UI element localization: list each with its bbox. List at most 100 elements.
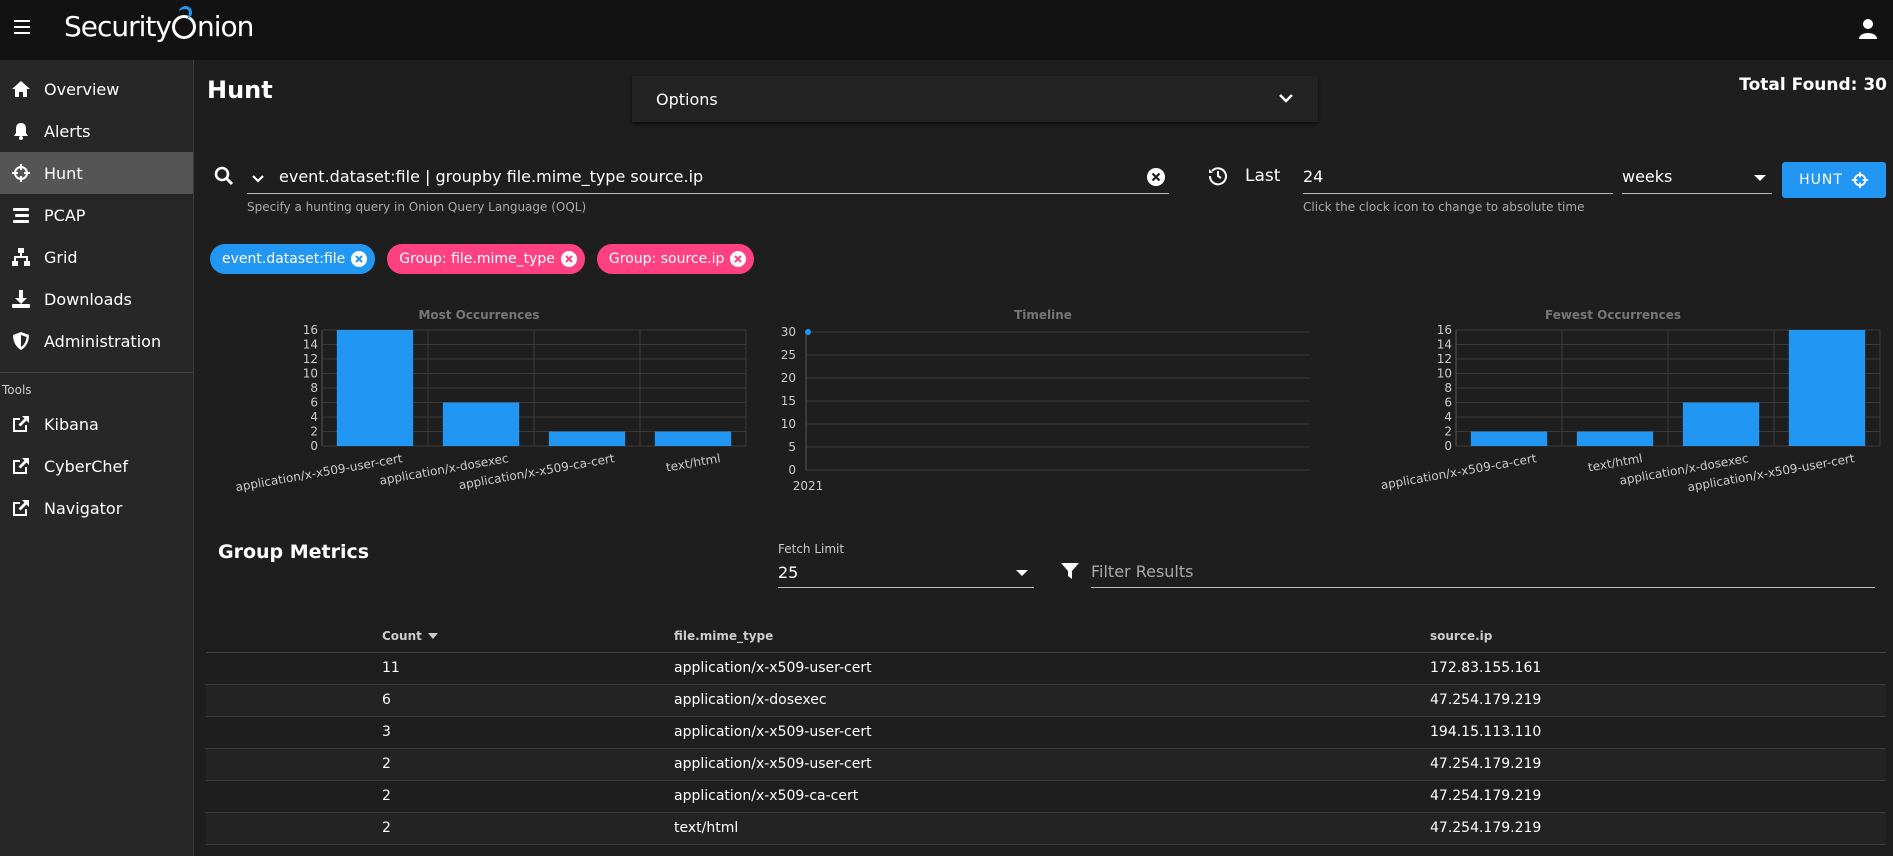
sidebar-item-administration[interactable]: Administration [0, 320, 193, 362]
chip-group-source-ip[interactable]: Group: source.ip [596, 244, 755, 274]
sidebar-item-cyberchef[interactable]: CyberChef [0, 445, 193, 487]
chart-title: Fewest Occurrences [1544, 308, 1681, 322]
external-link-icon [10, 497, 32, 519]
sidebar-item-grid[interactable]: Grid [0, 236, 193, 278]
sidebar-item-kibana[interactable]: Kibana [0, 403, 193, 445]
sidebar-item-overview[interactable]: Overview [0, 68, 193, 110]
y-tick-label: 25 [781, 348, 796, 362]
chevron-down-icon [1279, 94, 1293, 103]
bar [336, 330, 414, 446]
y-tick-label: 5 [788, 440, 796, 454]
most-occurrences-chart: Most Occurrences 0 2 4 6 8 10 12 14 16 applicatio… [206, 308, 752, 508]
column-header-source-ip[interactable]: source.ip [1430, 620, 1886, 653]
y-tick-label: 20 [781, 371, 796, 385]
time-unit-value: weeks [1622, 167, 1673, 186]
chevron-down-icon[interactable] [250, 170, 266, 186]
cell-mime-type: application/x-x509-user-cert [674, 652, 1430, 685]
chip-label: Group: source.ip [608, 251, 725, 267]
download-icon [10, 288, 32, 310]
group-metrics-table: Count file.mime_type source.ip 11 applic… [206, 620, 1886, 845]
time-unit-select[interactable]: weeks [1622, 160, 1772, 194]
y-tick-label: 14 [1437, 338, 1452, 352]
bar [654, 431, 732, 446]
sidebar-item-hunt[interactable]: Hunt [0, 152, 193, 194]
column-header-count[interactable]: Count [206, 620, 674, 653]
y-tick-label: 16 [303, 323, 318, 337]
x-tick-label: application/x-x509-user-cert [234, 451, 404, 494]
table-row[interactable]: 2 text/html 47.254.179.219 [206, 812, 1886, 845]
fewest-occurrences-chart: Fewest Occurrences 0 2 4 6 8 10 12 14 16 applicat… [1340, 308, 1886, 508]
sidebar-item-pcap[interactable]: PCAP [0, 194, 193, 236]
most-occurrences-svg: 0246810121416 application/x-x509-user-cer… [234, 323, 747, 494]
crosshairs-icon [10, 162, 32, 184]
bar [1788, 330, 1866, 446]
table-row[interactable]: 11 application/x-x509-user-cert 172.83.1… [206, 652, 1886, 685]
group-metrics-title: Group Metrics [218, 541, 370, 563]
table-row[interactable]: 6 application/x-dosexec 47.254.179.219 [206, 684, 1886, 717]
search-icon [214, 166, 234, 186]
clear-icon[interactable] [1146, 167, 1166, 187]
close-icon[interactable] [730, 251, 747, 267]
query-hint: Specify a hunting query in Onion Query L… [247, 200, 587, 214]
tools-heading: Tools [2, 383, 32, 397]
cell-source-ip: 194.15.113.110 [1430, 716, 1886, 749]
cell-count: 2 [206, 780, 674, 813]
sidebar: Overview Alerts Hunt PCAP Grid Downloads… [0, 60, 194, 856]
y-tick-label: 10 [303, 367, 318, 381]
cell-source-ip: 47.254.179.219 [1430, 812, 1886, 845]
y-tick-label: 14 [303, 338, 318, 352]
y-tick-label: 0 [310, 439, 318, 453]
close-icon[interactable] [560, 251, 577, 267]
bell-icon [10, 120, 32, 142]
chip-label: Group: file.mime_type [399, 251, 555, 267]
dropdown-arrow-icon [1016, 570, 1028, 576]
sidebar-item-label: Alerts [44, 121, 91, 141]
y-tick-label: 12 [1437, 352, 1452, 366]
y-tick-label: 2 [310, 425, 318, 439]
home-icon [10, 78, 32, 100]
relative-time-input[interactable] [1303, 160, 1613, 194]
page-title: Hunt [207, 76, 273, 104]
external-link-icon [10, 455, 32, 477]
sidebar-item-label: Kibana [44, 414, 99, 434]
chip-label: event.dataset:file [222, 251, 346, 267]
bar [1576, 431, 1654, 446]
filter-results-input[interactable] [1091, 556, 1875, 588]
fetch-limit-label: Fetch Limit [778, 542, 845, 556]
timeline-svg: 0 5 10 15 20 25 30 2021 [781, 325, 1310, 493]
sidebar-item-label: Overview [44, 79, 120, 99]
chip-group-mime-type[interactable]: Group: file.mime_type [387, 244, 585, 274]
table-row[interactable]: 2 application/x-x509-ca-cert 47.254.179.… [206, 780, 1886, 813]
chart-title: Timeline [1014, 308, 1072, 322]
table-row[interactable]: 2 application/x-x509-user-cert 47.254.17… [206, 748, 1886, 781]
hunt-button[interactable]: HUNT [1782, 162, 1886, 198]
bar [1682, 402, 1760, 446]
cell-mime-type: application/x-x509-user-cert [674, 716, 1430, 749]
sidebar-item-label: Grid [44, 247, 78, 267]
data-point [805, 329, 811, 335]
options-expander[interactable]: Options [632, 76, 1318, 122]
column-header-mime-type[interactable]: file.mime_type [674, 620, 1430, 653]
y-tick-label: 4 [1444, 410, 1452, 424]
bar [1470, 431, 1548, 446]
chip-filter-dataset[interactable]: event.dataset:file [210, 244, 376, 274]
crosshairs-icon [1851, 171, 1869, 189]
sidebar-item-downloads[interactable]: Downloads [0, 278, 193, 320]
query-input[interactable] [247, 160, 1169, 194]
close-icon[interactable] [351, 251, 368, 267]
fetch-limit-select[interactable]: 25 [778, 558, 1034, 588]
menu-icon[interactable] [14, 20, 30, 36]
history-clock-icon[interactable] [1208, 166, 1228, 186]
table-row[interactable]: 3 application/x-x509-user-cert 194.15.11… [206, 716, 1886, 749]
y-tick-label: 30 [781, 325, 796, 339]
sidebar-item-alerts[interactable]: Alerts [0, 110, 193, 152]
user-icon[interactable] [1859, 19, 1877, 39]
cell-source-ip: 47.254.179.219 [1430, 780, 1886, 813]
total-found: Total Found: 30 [1739, 75, 1887, 95]
external-link-icon [10, 413, 32, 435]
shield-icon [10, 330, 32, 352]
sidebar-item-label: CyberChef [44, 456, 129, 476]
x-tick-label: application/x-x509-ca-cert [1380, 451, 1538, 492]
sidebar-item-label: Downloads [44, 289, 132, 309]
sidebar-item-navigator[interactable]: Navigator [0, 487, 193, 529]
